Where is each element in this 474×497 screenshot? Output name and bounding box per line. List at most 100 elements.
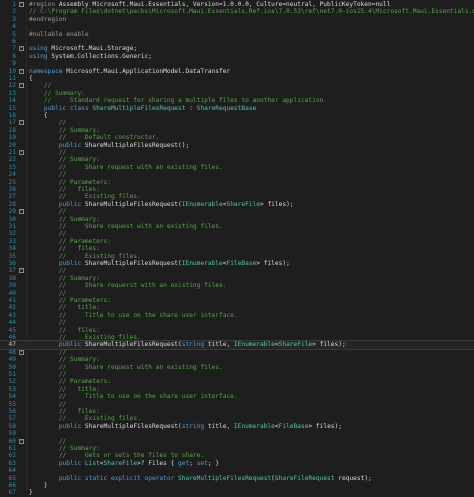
collapse-toggle-icon[interactable]: - (19, 209, 24, 215)
code-line[interactable]: 34 // files: (0, 245, 474, 252)
code-line[interactable]: 35 // Existing files. (0, 253, 474, 260)
collapse-toggle-icon[interactable]: - (19, 349, 24, 355)
code-text: // title: (58, 304, 100, 312)
code-line[interactable]: 59 (0, 430, 474, 437)
code-line[interactable]: 49 // Summary: (0, 356, 474, 363)
code-line[interactable]: 63 public List<ShareFile>? Files { get; … (0, 460, 474, 467)
code-line[interactable]: 16 { (0, 112, 474, 119)
code-line[interactable]: 50 // Share request with an existing fil… (0, 364, 474, 371)
line-number: 11 (8, 75, 16, 82)
code-line[interactable]: 53 // title: (0, 386, 474, 393)
code-line[interactable]: 67} (0, 489, 474, 496)
code-line[interactable]: 12- // (0, 82, 474, 89)
code-line[interactable]: 42 // title: (0, 304, 474, 311)
code-line[interactable]: 58 public ShareMultipleFilesRequest(stri… (0, 423, 474, 430)
code-line[interactable]: 47 public ShareMultipleFilesRequest(stri… (0, 340, 474, 350)
line-number: 53 (8, 385, 16, 393)
code-line[interactable]: 5 #nullable enable (0, 31, 474, 38)
line-number: 36 (8, 260, 16, 267)
code-line[interactable]: 18 // Summary: (0, 127, 474, 134)
code-line[interactable]: 38 // Summary: (0, 275, 474, 282)
code-line[interactable]: 54 // Title to use on the share user int… (0, 393, 474, 400)
code-line[interactable]: 36 public ShareMultipleFilesRequest(IEnu… (0, 260, 474, 267)
code-line[interactable]: 17- // (0, 119, 474, 126)
code-text: using Microsoft.Maui.Storage; (29, 45, 138, 53)
code-line[interactable]: 28 public ShareMultipleFilesRequest(IEnu… (0, 201, 474, 208)
code-line[interactable]: 33 // Parameters: (0, 238, 474, 245)
code-line[interactable]: 19 // Default constructor. (0, 134, 474, 141)
code-line[interactable]: 30 // Summary: (0, 216, 474, 223)
code-line[interactable]: 14 // Standard request for sharing a mul… (0, 97, 474, 104)
code-line[interactable]: 11 { (0, 75, 474, 82)
line-number: 55 (8, 400, 16, 408)
code-line[interactable]: 15 public class ShareMultipleFilesReques… (0, 105, 474, 112)
code-line[interactable]: 22 // Summary: (0, 156, 474, 163)
code-line[interactable]: 10- namespace Microsoft.Maui.ApplicationM… (0, 68, 474, 75)
code-text: // Summary: (58, 356, 100, 364)
code-line[interactable]: 56 // files: (0, 408, 474, 415)
code-line[interactable]: 52 // Parameters: (0, 378, 474, 385)
code-line[interactable]: 61 // Summary: (0, 445, 474, 452)
code-line[interactable]: 20 public ShareMultipleFilesRequest(); (0, 142, 474, 149)
code-line[interactable]: 32 // (0, 230, 474, 237)
code-line[interactable]: 40 // (0, 290, 474, 297)
collapse-toggle-icon[interactable]: - (19, 120, 24, 126)
code-line[interactable]: 66 } (0, 482, 474, 489)
collapse-toggle-icon[interactable]: - (19, 2, 24, 7)
code-line[interactable]: 31 // Share request with an existing fil… (0, 223, 474, 230)
line-number: 67 (8, 489, 16, 497)
code-line[interactable]: 29- // (0, 208, 474, 215)
code-line[interactable]: 43 // Title to use on the share user int… (0, 312, 474, 319)
line-number: 25 (8, 178, 16, 186)
code-line[interactable]: 51 // (0, 371, 474, 378)
code-text: // Title to use on the share user interf… (58, 393, 238, 401)
code-line[interactable]: 46 // Existing files. (0, 334, 474, 341)
code-line[interactable]: 44 // (0, 319, 474, 326)
code-line[interactable]: 55 // (0, 401, 474, 408)
code-line[interactable]: 1- #region Assembly Microsoft.Maui.Essent… (0, 1, 474, 8)
code-text: // files: (58, 245, 100, 253)
code-line[interactable]: 24 // (0, 171, 474, 178)
code-line[interactable]: 39 // Share requerst with an existing fi… (0, 282, 474, 289)
code-text: namespace Microsoft.Maui.ApplicationMode… (29, 67, 231, 75)
collapse-toggle-icon[interactable]: - (19, 83, 24, 89)
collapse-toggle-icon[interactable]: - (19, 268, 24, 274)
line-number: 22 (8, 156, 16, 164)
code-line[interactable]: 62 // Gets or sets the files to share. (0, 452, 474, 459)
code-line[interactable]: 26 // files: (0, 186, 474, 193)
code-line[interactable]: 6 (0, 38, 474, 45)
code-editor[interactable]: 1- #region Assembly Microsoft.Maui.Essent… (0, 0, 474, 496)
code-line[interactable]: 60- // (0, 438, 474, 445)
code-line[interactable]: 65 public static explicit operator Share… (0, 475, 474, 482)
code-text: // files: (58, 186, 100, 193)
code-line[interactable]: 37- // (0, 267, 474, 274)
code-line[interactable]: 4 (0, 23, 474, 30)
code-line[interactable]: 8 using System.Collections.Generic; (0, 53, 474, 60)
line-number: 65 (8, 474, 16, 482)
code-line[interactable]: 27 // Existing files. (0, 193, 474, 200)
code-line[interactable]: 9 (0, 60, 474, 67)
code-line[interactable]: 7- using Microsoft.Maui.Storage; (0, 45, 474, 52)
code-line[interactable]: 2 // C:\Program Files\dotnet\packs\Micros… (0, 8, 474, 15)
collapse-toggle-icon[interactable]: - (19, 150, 24, 155)
code-line[interactable]: 21- // (0, 149, 474, 156)
code-line[interactable]: 64 (0, 467, 474, 474)
code-text: // Parameters: (58, 178, 111, 186)
collapse-toggle-icon[interactable]: - (19, 438, 24, 444)
code-line[interactable]: 48- // (0, 349, 474, 356)
code-text: public static explicit operator ShareMul… (58, 474, 372, 482)
collapse-toggle-icon[interactable]: - (19, 68, 24, 74)
collapse-toggle-icon[interactable]: - (19, 46, 24, 52)
code-text: // title: (58, 385, 100, 393)
code-text: // (58, 371, 67, 378)
code-text: } (29, 489, 33, 497)
code-line[interactable]: 57 // Existing files. (0, 415, 474, 422)
code-line[interactable]: 25 // Parameters: (0, 179, 474, 186)
code-line[interactable]: 23 // Share request with an existing fil… (0, 164, 474, 171)
code-text: // Summary: (58, 215, 100, 223)
code-line[interactable]: 13 // Summary: (0, 90, 474, 97)
code-line[interactable]: 41 // Parameters: (0, 297, 474, 304)
code-line[interactable]: 45 // files: (0, 327, 474, 334)
code-text: // (58, 208, 67, 216)
code-line[interactable]: 3 #endregion (0, 16, 474, 23)
